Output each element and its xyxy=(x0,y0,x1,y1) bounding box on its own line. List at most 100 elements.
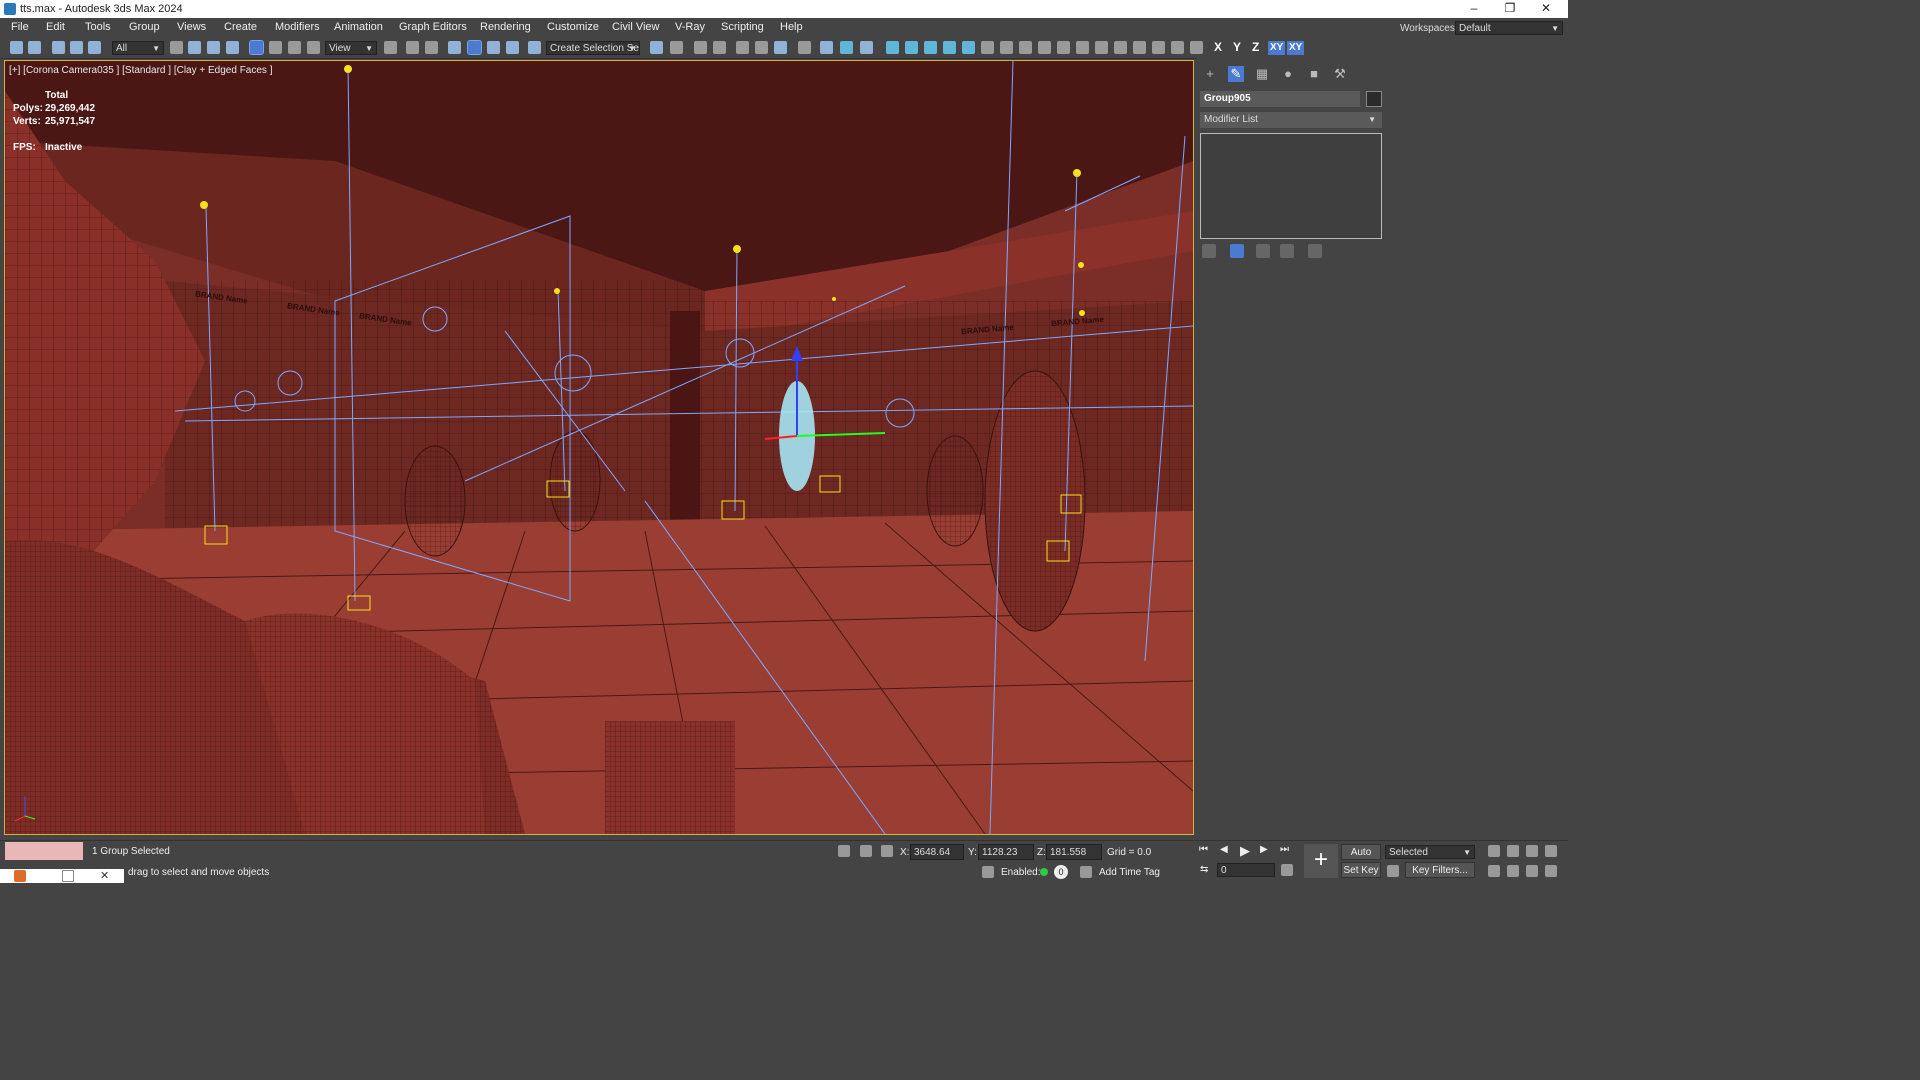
rendered-frame-window-icon[interactable] xyxy=(840,41,853,54)
axis-xy-button[interactable]: XY xyxy=(1268,41,1286,55)
goto-end-icon[interactable]: ⏭ xyxy=(1280,844,1289,855)
select-by-name-icon[interactable] xyxy=(188,41,201,54)
vray-ies-light-icon[interactable] xyxy=(962,41,975,54)
viewport-toggle-icon[interactable] xyxy=(1545,865,1557,877)
play-icon[interactable]: ▶ xyxy=(1240,843,1250,859)
modifier-stack[interactable] xyxy=(1200,133,1382,239)
motion-tab-icon[interactable]: ● xyxy=(1280,66,1296,82)
key-mode-dropdown[interactable]: Selected ▼ xyxy=(1385,845,1475,859)
vray-scene-converter-icon[interactable] xyxy=(1095,41,1108,54)
edit-named-selection-icon[interactable] xyxy=(528,41,541,54)
mirror-icon[interactable] xyxy=(650,41,663,54)
menu-vray[interactable]: V-Ray xyxy=(675,21,705,33)
auto-key-button[interactable]: Auto Key xyxy=(1341,844,1381,873)
close-icon[interactable]: ✕ xyxy=(1528,0,1564,18)
x-coordinate-field[interactable]: 3648.64 xyxy=(910,844,964,860)
toggle-scene-explorer-icon[interactable] xyxy=(694,41,707,54)
show-end-result-icon[interactable] xyxy=(1230,244,1244,258)
vray-frame-buffer-icon[interactable] xyxy=(905,41,918,54)
modifier-list-dropdown[interactable]: Modifier List ▼ xyxy=(1200,112,1382,128)
walk-through-icon[interactable] xyxy=(1545,845,1557,857)
zoom-extents-icon[interactable] xyxy=(1488,845,1500,857)
set-key-button[interactable]: Set Key xyxy=(1341,862,1381,878)
link-icon[interactable] xyxy=(52,41,65,54)
set-key-big-button[interactable]: + xyxy=(1304,844,1338,878)
spinner-snap-icon[interactable] xyxy=(506,41,519,54)
pivot-center-icon[interactable] xyxy=(384,41,397,54)
viewport-label[interactable]: [+] [Corona Camera035 ] [Standard ] [Cla… xyxy=(9,65,272,76)
axis-z-button[interactable]: Z xyxy=(1252,40,1259,54)
vray-sun-icon[interactable] xyxy=(943,41,956,54)
minimize-icon[interactable]: – xyxy=(1456,0,1492,18)
render-production-icon[interactable] xyxy=(860,41,873,54)
select-and-rotate-icon[interactable] xyxy=(269,41,282,54)
time-configuration-icon[interactable] xyxy=(1281,864,1293,876)
help-icon[interactable] xyxy=(1190,41,1203,54)
menu-graph-editors[interactable]: Graph Editors xyxy=(399,21,467,33)
z-coordinate-field[interactable]: 181.558 xyxy=(1046,844,1102,860)
undo-icon[interactable] xyxy=(10,41,23,54)
hierarchy-tab-icon[interactable]: ▦ xyxy=(1254,66,1270,82)
zoom-region-icon[interactable] xyxy=(1507,845,1519,857)
object-color-swatch[interactable] xyxy=(1366,91,1382,107)
enabled-indicator-icon[interactable] xyxy=(1040,868,1048,876)
display-tab-icon[interactable]: ■ xyxy=(1306,66,1322,82)
curve-editor-icon[interactable] xyxy=(755,41,768,54)
add-time-tag[interactable]: Add Time Tag xyxy=(1099,867,1160,878)
key-filters-button[interactable]: Key Filters... xyxy=(1405,862,1475,878)
vray-toolbar-icon[interactable] xyxy=(886,41,899,54)
rectangular-selection-icon[interactable] xyxy=(207,41,220,54)
configure-modifier-sets-icon[interactable] xyxy=(1308,244,1322,258)
modify-tab-icon[interactable]: ✎ xyxy=(1228,66,1244,82)
select-and-scale-icon[interactable] xyxy=(288,41,301,54)
current-frame-field[interactable]: 0 xyxy=(1217,863,1275,877)
vray-light-icon[interactable] xyxy=(924,41,937,54)
axis-y-button[interactable]: Y xyxy=(1233,40,1241,54)
adaptive-degradation-icon[interactable] xyxy=(982,866,994,878)
vray-decal-icon[interactable] xyxy=(1133,41,1146,54)
bind-space-warp-icon[interactable] xyxy=(88,41,101,54)
select-manipulate-icon[interactable] xyxy=(406,41,419,54)
snaps-toggle-icon[interactable] xyxy=(448,41,461,54)
reference-coordinate-dropdown[interactable]: View ▼ xyxy=(325,41,377,55)
menu-edit[interactable]: Edit xyxy=(46,21,65,33)
object-name-field[interactable]: Group905 xyxy=(1200,91,1360,107)
key-filter-icon[interactable] xyxy=(1387,865,1399,877)
restore-icon[interactable]: ❐ xyxy=(1492,0,1528,18)
menu-file[interactable]: File xyxy=(11,21,29,33)
field-of-view-icon[interactable] xyxy=(1526,865,1538,877)
menu-civil-view[interactable]: Civil View xyxy=(612,21,659,33)
axis-x-button[interactable]: X xyxy=(1214,40,1222,54)
vray-lister-icon[interactable] xyxy=(1152,41,1165,54)
menu-scripting[interactable]: Scripting xyxy=(721,21,764,33)
menu-create[interactable]: Create xyxy=(224,21,257,33)
absolute-mode-icon[interactable] xyxy=(881,845,893,857)
vray-material-converter-icon[interactable] xyxy=(1114,41,1127,54)
menu-tools[interactable]: Tools xyxy=(85,21,111,33)
perspective-viewport[interactable]: [+] [Corona Camera035 ] [Standard ] [Cla… xyxy=(4,60,1194,835)
make-unique-icon[interactable] xyxy=(1256,244,1270,258)
vray-proxy-icon[interactable] xyxy=(1000,41,1013,54)
maxscript-mini-listener[interactable] xyxy=(5,842,83,860)
unlink-icon[interactable] xyxy=(70,41,83,54)
menu-animation[interactable]: Animation xyxy=(334,21,383,33)
material-editor-icon[interactable] xyxy=(798,41,811,54)
schematic-view-icon[interactable] xyxy=(774,41,787,54)
angle-snap-icon[interactable] xyxy=(467,40,482,55)
create-tab-icon[interactable]: + xyxy=(1202,66,1218,82)
maximize-icon[interactable] xyxy=(62,870,74,882)
vray-ambient-light-icon[interactable] xyxy=(1171,41,1184,54)
keyboard-shortcut-override-icon[interactable] xyxy=(425,41,438,54)
select-and-place-icon[interactable] xyxy=(307,41,320,54)
next-frame-icon[interactable]: ▶ xyxy=(1260,844,1268,855)
vray-sphere-icon[interactable] xyxy=(1057,41,1070,54)
remove-modifier-icon[interactable] xyxy=(1280,244,1294,258)
redo-icon[interactable] xyxy=(28,41,41,54)
selection-lock-icon[interactable] xyxy=(860,845,872,857)
menu-rendering[interactable]: Rendering xyxy=(480,21,531,33)
toggle-ribbon-icon[interactable] xyxy=(736,41,749,54)
menu-customize[interactable]: Customize xyxy=(547,21,599,33)
vray-camera-icon[interactable] xyxy=(1076,41,1089,54)
select-object-icon[interactable] xyxy=(170,41,183,54)
toggle-layer-explorer-icon[interactable] xyxy=(713,41,726,54)
